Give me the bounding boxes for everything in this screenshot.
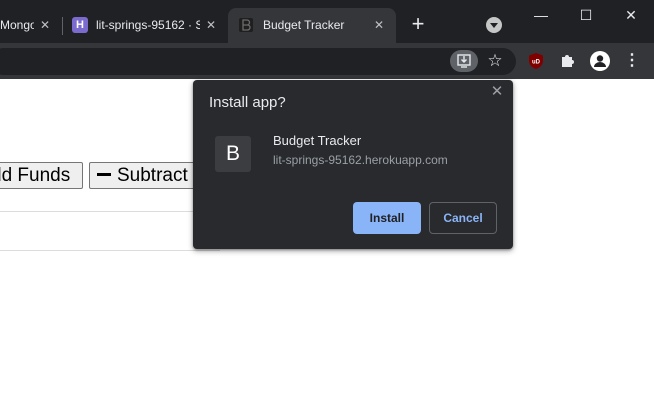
install-app-button[interactable] xyxy=(450,50,478,72)
minus-icon xyxy=(97,172,111,176)
tab-title: lit-springs-95162 · S xyxy=(96,18,200,32)
heroku-icon: H xyxy=(72,17,88,33)
close-icon[interactable]: ✕ xyxy=(489,84,505,100)
app-origin: lit-springs-95162.herokuapp.com xyxy=(273,153,448,167)
close-icon[interactable]: ✕ xyxy=(372,18,386,32)
subtract-funds-label: Subtract xyxy=(117,165,188,186)
budget-tracker-icon xyxy=(239,18,253,32)
close-icon[interactable]: ✕ xyxy=(204,18,218,32)
app-icon: B xyxy=(215,136,251,172)
kebab-menu-icon[interactable]: ⋮ xyxy=(624,51,640,71)
address-bar[interactable] xyxy=(0,48,516,75)
divider xyxy=(0,250,220,251)
extensions-puzzle-icon[interactable] xyxy=(558,51,578,71)
app-name: Budget Tracker xyxy=(273,133,362,148)
cancel-button[interactable]: Cancel xyxy=(429,202,497,234)
ublock-label: uD xyxy=(532,60,541,66)
divider xyxy=(0,211,220,212)
tab-budget-tracker[interactable]: Budget Tracker ✕ xyxy=(228,8,396,43)
person-icon xyxy=(594,55,606,67)
install-app-icon xyxy=(457,54,471,68)
close-icon[interactable]: ✕ xyxy=(38,18,52,32)
tab-mongo[interactable]: Mongo ✕ xyxy=(0,8,56,43)
profile-avatar[interactable] xyxy=(590,51,610,71)
install-app-dialog: Install app? ✕ B Budget Tracker lit-spri… xyxy=(193,80,513,249)
tab-separator xyxy=(62,17,63,35)
tab-heroku[interactable]: H lit-springs-95162 · S ✕ xyxy=(66,8,226,43)
install-button[interactable]: Install xyxy=(353,202,421,234)
window-close-button[interactable]: ✕ xyxy=(608,0,654,30)
tab-title: Mongo xyxy=(0,18,34,32)
bookmark-star-icon[interactable]: ☆ xyxy=(484,50,506,72)
tab-title: Budget Tracker xyxy=(263,18,345,32)
maximize-button[interactable]: ☐ xyxy=(563,0,609,30)
tab-search-button[interactable] xyxy=(486,17,502,33)
browser-toolbar xyxy=(0,43,654,79)
new-tab-button[interactable]: + xyxy=(406,13,430,37)
minimize-button[interactable]: — xyxy=(518,0,564,30)
puzzle-icon xyxy=(562,55,574,67)
tab-strip: Mongo ✕ H lit-springs-95162 · S ✕ Budget… xyxy=(0,0,654,43)
add-funds-button[interactable]: dd Funds xyxy=(0,162,83,189)
ublock-origin-icon[interactable]: uD xyxy=(528,52,544,70)
subtract-funds-button[interactable]: Subtract xyxy=(89,162,199,189)
dialog-title: Install app? xyxy=(209,94,286,111)
